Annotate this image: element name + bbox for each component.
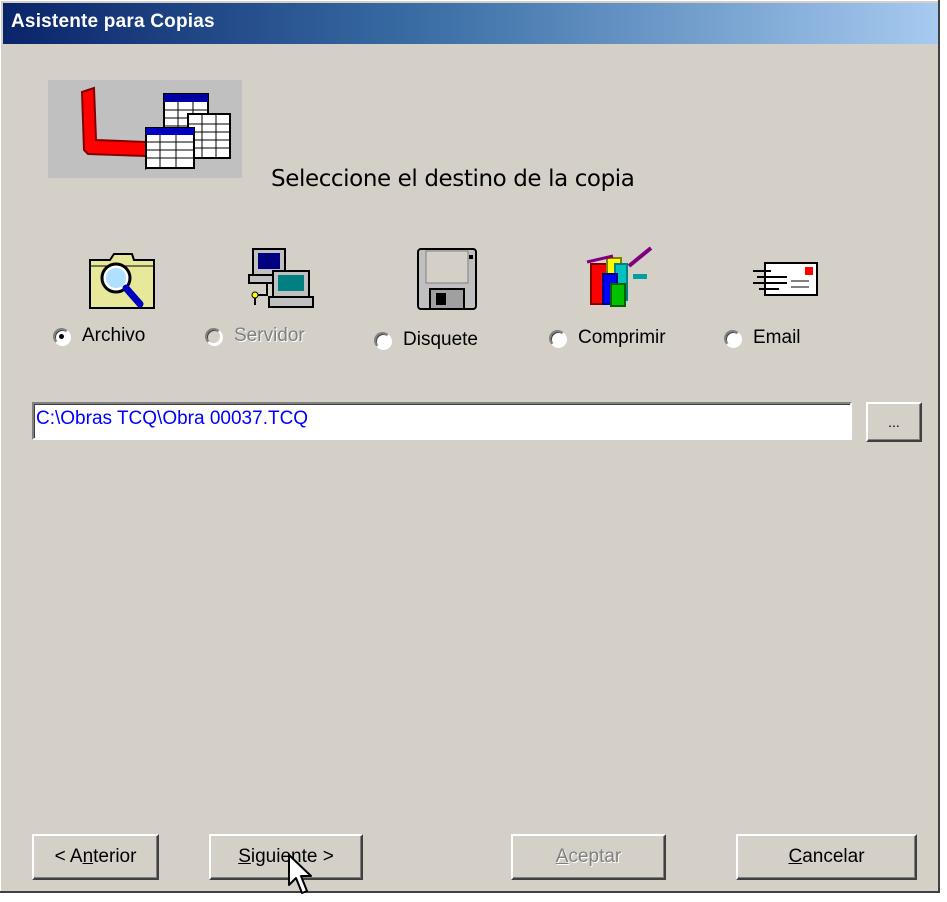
destination-path-input[interactable]: C:\Obras TCQ\Obra 00037.TCQ [32,402,852,440]
radio-label-servidor: Servidor [234,325,305,346]
radio-button[interactable] [374,331,391,349]
radio-comprimir[interactable]: Comprimir [549,327,666,349]
radio-button[interactable] [724,329,741,347]
radio-button-disabled [205,327,222,345]
next-button[interactable]: Siguiente > [209,834,363,880]
radio-button-selected[interactable] [53,327,70,345]
radio-archivo[interactable]: Archivo [53,325,145,347]
mouse-cursor-icon [287,853,317,902]
title-bar[interactable]: Asistente para Copias [3,3,938,44]
network-server-icon [247,247,317,316]
wizard-window: Asistente para Copias Seleccione el dest… [0,0,940,894]
email-envelope-icon [751,259,821,304]
cancel-button[interactable]: Cancelar [736,834,917,880]
radio-servidor: Servidor [205,325,305,347]
copy-tables-arrow-icon [48,80,242,178]
cancel-button-label: Cancelar [788,846,865,867]
accept-button: Aceptar [511,834,666,880]
next-button-label: Siguiente > [238,846,334,867]
folder-search-icon [88,250,158,317]
radio-label-archivo: Archivo [82,325,146,346]
browse-button[interactable]: ... [866,402,922,442]
radio-label-email: Email [753,327,801,348]
back-button[interactable]: < Anterior [32,834,159,880]
radio-disquete[interactable]: Disquete [374,329,478,351]
page-heading: Seleccione el destino de la copia [271,166,635,192]
compressed-archive-icon [585,244,665,315]
window-title: Asistente para Copias [11,11,215,32]
accept-button-label: Aceptar [555,846,622,867]
radio-label-comprimir: Comprimir [578,327,666,348]
radio-label-disquete: Disquete [403,329,478,350]
floppy-disk-icon [416,247,478,316]
radio-button[interactable] [549,329,566,347]
back-button-label: < Anterior [54,846,137,867]
radio-email[interactable]: Email [724,327,801,349]
